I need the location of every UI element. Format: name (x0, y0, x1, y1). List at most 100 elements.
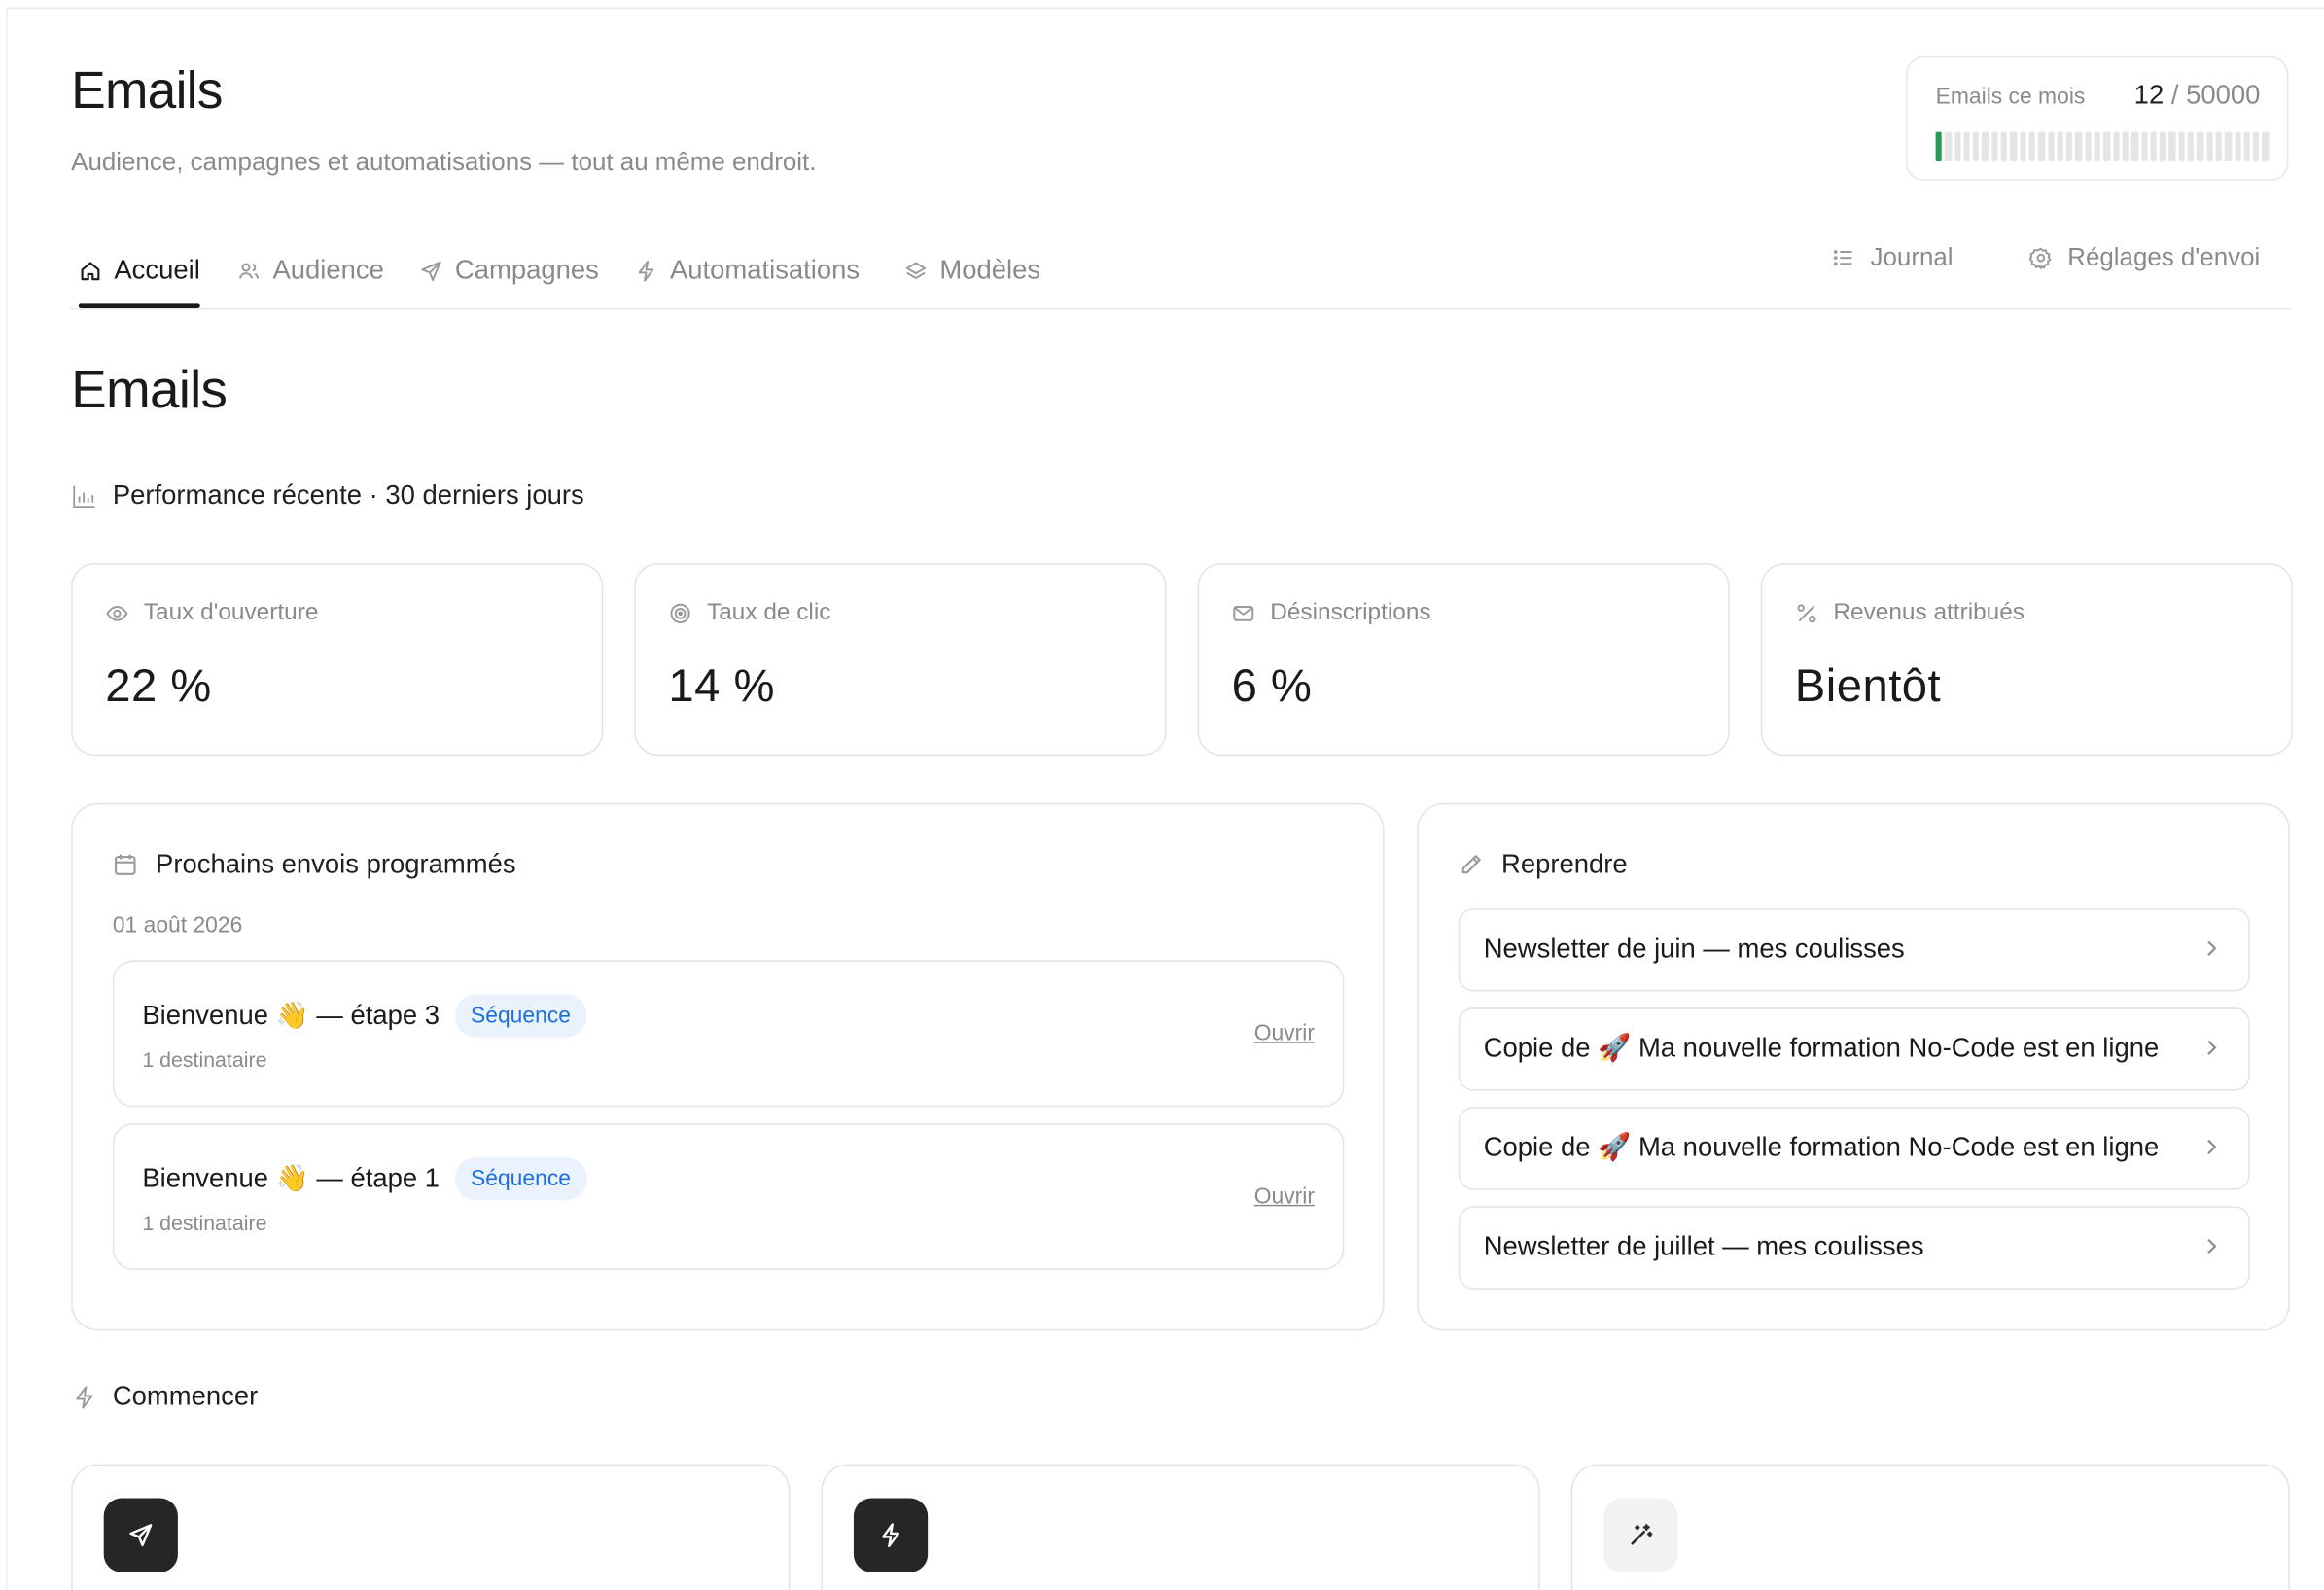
quota-bar-segment (2150, 131, 2157, 162)
quota-value: 12 / 50000 (2134, 80, 2261, 111)
scheduled-sends-panel: Prochains envois programmés 01 août 2026… (71, 802, 1385, 1331)
quota-bar-segment (1982, 131, 1989, 162)
quota-bar-segment (2131, 131, 2138, 162)
tab-label: Modèles (939, 255, 1041, 285)
kpi-value: 22 % (105, 659, 212, 712)
kpi-label-text: Désinscriptions (1270, 600, 1431, 626)
resume-item-title: Newsletter de juillet — mes coulisses (1483, 1231, 1924, 1261)
sequence-badge: Séquence (454, 994, 587, 1038)
send-icon (129, 1524, 153, 1547)
sequence-badge: Séquence (454, 1157, 587, 1201)
kpi-label-text: Revenus attribués (1833, 600, 2025, 626)
tab-label: Campagnes (454, 255, 599, 285)
pencil-icon (1461, 855, 1481, 874)
bolt-icon (76, 1385, 93, 1408)
start-card-template[interactable] (1570, 1464, 2290, 1590)
send-icon (421, 260, 441, 281)
send-recipients: 1 destinataire (142, 1210, 267, 1235)
quota-bar-segment (2252, 131, 2260, 162)
sending-settings-link[interactable]: Réglages d'envoi (2028, 229, 2260, 288)
quota-bar-segment (2038, 131, 2045, 162)
mail-icon (1233, 606, 1254, 621)
quota-bar-segment (2103, 131, 2110, 162)
journal-link[interactable]: Journal (1832, 229, 1954, 288)
home-icon (81, 261, 100, 280)
eye-icon (106, 606, 128, 621)
users-icon (238, 262, 260, 278)
resume-item[interactable]: Newsletter de juillet — mes coulisses (1458, 1206, 2250, 1290)
kpi-value: 6 % (1231, 659, 1313, 712)
tab-label: Accueil (114, 255, 200, 285)
quota-bar-segment (2205, 131, 2213, 162)
kpi-label: Désinscriptions (1232, 600, 1431, 626)
kpi-value: Bientôt (1794, 659, 1942, 712)
start-card-automation[interactable] (821, 1464, 1540, 1590)
quota-bar-segment (2085, 131, 2092, 162)
send-title: Bienvenue 👋 — étape 1 (142, 1163, 440, 1193)
chevron-right-icon (2207, 1139, 2217, 1155)
scheduled-date: 01 août 2026 (112, 912, 243, 938)
quota-label: Emails ce mois (1935, 84, 2086, 110)
start-card-icon-badge (853, 1498, 929, 1572)
kpi-card-revenue: Revenus attribués Bientôt (1760, 563, 2293, 757)
quota-bar-segment (2122, 131, 2130, 162)
quota-bar-segment (2215, 131, 2223, 162)
resume-panel: Reprendre Newsletter de juin — mes couli… (1417, 802, 2290, 1331)
open-link[interactable]: Ouvrir (1254, 1184, 1315, 1210)
quota-bar-segment (2262, 131, 2270, 162)
performance-heading: Performance récente · 30 derniers jours (71, 480, 584, 512)
resume-heading-label: Reprendre (1501, 849, 1628, 879)
start-heading-label: Commencer (112, 1381, 259, 1411)
start-heading: Commencer (71, 1381, 258, 1412)
list-icon (1833, 250, 1852, 266)
kpi-label: Taux d'ouverture (105, 600, 318, 626)
tab-automatisations[interactable]: Automatisations (634, 234, 860, 307)
calendar-icon (115, 854, 136, 875)
quota-bar-segment (2168, 131, 2176, 162)
scheduled-send-item: Bienvenue 👋 — étape 3 Séquence 1 destina… (112, 960, 1345, 1108)
tab-modeles[interactable]: Modèles (904, 234, 1040, 307)
tab-audience[interactable]: Audience (237, 234, 384, 307)
open-link[interactable]: Ouvrir (1254, 1021, 1315, 1046)
quota-bar-segment (1935, 131, 1943, 162)
resume-item[interactable]: Copie de 🚀 Ma nouvelle formation No-Code… (1458, 1107, 2250, 1190)
chevron-right-icon (2207, 1238, 2217, 1254)
quota-used: 12 (2133, 80, 2165, 110)
quota-bar-segment (2065, 131, 2073, 162)
quota-bar-segment (2057, 131, 2063, 162)
quota-bar-segment (1945, 131, 1952, 162)
frame-left-divider (6, 7, 8, 1590)
start-card-campaign[interactable] (71, 1464, 791, 1590)
quota-total: / 50000 (2170, 80, 2261, 110)
bolt-icon (882, 1523, 899, 1547)
tab-label: Audience (272, 255, 384, 285)
page-title: Emails (71, 61, 223, 121)
target-icon (670, 603, 690, 623)
scheduled-heading: Prochains envois programmés (113, 849, 516, 880)
chevron-right-icon (2207, 940, 2217, 956)
quota-bar-segment (2075, 131, 2083, 162)
scheduled-heading-label: Prochains envois programmés (156, 849, 516, 879)
quota-bar-segment (2225, 131, 2232, 162)
tab-campagnes[interactable]: Campagnes (419, 234, 599, 307)
journal-label: Journal (1870, 242, 1954, 271)
gear-icon (2028, 247, 2052, 270)
resume-item-title: Newsletter de juin — mes coulisses (1483, 933, 1905, 964)
quota-bar-segment (2047, 131, 2055, 162)
scheduled-send-item: Bienvenue 👋 — étape 1 Séquence 1 destina… (112, 1123, 1345, 1270)
kpi-card-open-rate: Taux d'ouverture 22 % (71, 563, 604, 757)
send-recipients: 1 destinataire (142, 1047, 267, 1072)
quota-bar-segment (2178, 131, 2185, 162)
resume-item[interactable]: Copie de 🚀 Ma nouvelle formation No-Code… (1458, 1007, 2250, 1091)
percent-icon (1797, 604, 1816, 623)
quota-bar-segment (2000, 131, 2008, 162)
kpi-label-text: Taux d'ouverture (143, 600, 319, 626)
resume-item[interactable]: Newsletter de juin — mes coulisses (1458, 908, 2250, 992)
kpi-card-click-rate: Taux de clic 14 % (634, 563, 1167, 757)
frame-top-divider (6, 7, 2324, 10)
tab-accueil[interactable]: Accueil (78, 234, 200, 308)
bar-chart-icon (73, 485, 95, 508)
quota-bar-segment (2197, 131, 2203, 162)
quota-bar-segment (2094, 131, 2101, 162)
main-tabs: Accueil Audience Campagnes Automatisatio… (69, 234, 2292, 310)
